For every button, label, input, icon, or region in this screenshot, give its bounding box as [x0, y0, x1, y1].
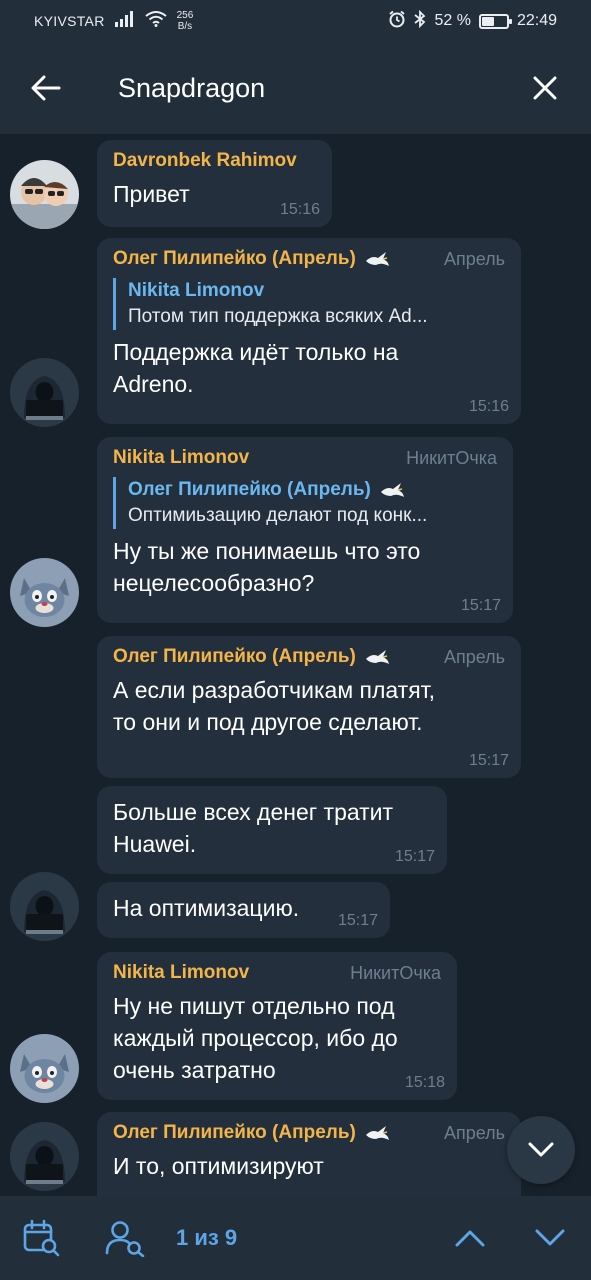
battery-percent: 52 %: [434, 12, 471, 29]
net-speed-value: 256: [176, 10, 194, 21]
message-time: 15:16: [468, 398, 509, 415]
dove-emoji-icon: [365, 1126, 389, 1140]
reply-sender-row: Олег Пилипейко (Апрель): [128, 479, 497, 501]
message-time: 15:18: [404, 1074, 445, 1091]
member-badge: Апрель: [443, 646, 505, 667]
member-badge: НикитОчка: [350, 962, 441, 983]
message-bubble[interactable]: На оптимизацию. 15:17: [97, 882, 390, 938]
message-text: На оптимизацию.: [113, 895, 300, 921]
avatar-nikita[interactable]: [10, 1034, 79, 1103]
dove-emoji-icon: [380, 483, 404, 497]
chevron-down-icon: [528, 1142, 554, 1157]
search-navigation-bar: 1 из 9: [0, 1196, 591, 1280]
message-bubble[interactable]: Nikita Limonov НикитОчка Олег Пилипейко …: [97, 437, 513, 623]
close-icon: [533, 76, 557, 100]
alarm-icon: [388, 10, 406, 33]
reply-text: Потом тип поддержка всяких Ad...: [128, 306, 428, 327]
sender-name[interactable]: Олег Пилипейко (Апрель): [113, 1122, 356, 1144]
next-result-button[interactable]: [515, 1196, 585, 1280]
status-bar: KYIVSTAR 256 B/s 52 % 22:49: [0, 0, 591, 42]
sender-row: Олег Пилипейко (Апрель) Апрель: [113, 646, 505, 668]
sender-name[interactable]: Олег Пилипейко (Апрель): [113, 248, 356, 270]
message-time: 15:17: [337, 912, 378, 929]
sender-name[interactable]: Nikita Limonov: [113, 447, 249, 469]
sender-row: Nikita Limonov НикитОчка: [113, 962, 441, 984]
message-bubble[interactable]: Больше всех денег тратит Huawei. 15:17: [97, 786, 447, 874]
chevron-up-icon: [455, 1230, 485, 1247]
message-text: Ну не пишут отдельно под каждый процессо…: [113, 993, 398, 1083]
sender-row: Олег Пилипейко (Апрель) Апрель: [113, 248, 505, 270]
reply-sender-name: Nikita Limonov: [128, 280, 265, 301]
message-text: Больше всех денег тратит Huawei.: [113, 799, 394, 857]
message-text: Поддержка идёт только на Adreno.: [113, 339, 399, 397]
status-right: 52 % 22:49: [388, 9, 557, 33]
search-by-member-button[interactable]: [90, 1196, 160, 1280]
reply-text: Оптимиьзацию делают под конк...: [128, 505, 428, 526]
sender-row: Nikita Limonov НикитОчка: [113, 447, 497, 469]
avatar-nikita[interactable]: [10, 558, 79, 627]
reply-quote[interactable]: Nikita Limonov Потом тип поддержка всяки…: [113, 278, 505, 330]
message-bubble[interactable]: Nikita Limonov НикитОчка Ну не пишут отд…: [97, 952, 457, 1100]
search-header: Snapdragon: [0, 42, 591, 134]
message-time: 15:17: [468, 752, 509, 769]
net-speed: 256 B/s: [177, 10, 194, 32]
arrow-left-icon: [31, 75, 61, 101]
reply-sender-name: Олег Пилипейко (Апрель): [128, 479, 371, 500]
member-badge: Апрель: [443, 248, 505, 269]
clock: 22:49: [516, 12, 557, 29]
message-bubble[interactable]: Олег Пилипейко (Апрель) Апрель Nikita Li…: [97, 238, 521, 424]
previous-result-button[interactable]: [435, 1196, 505, 1280]
message-bubble[interactable]: Davronbek Rahimov Привет 15:16: [97, 140, 332, 227]
battery-icon: [478, 13, 512, 29]
avatar-oleg[interactable]: [10, 1122, 79, 1191]
message-time: 15:17: [460, 597, 501, 614]
message-bubble[interactable]: Олег Пилипейко (Апрель) Апрель И то, опт…: [97, 1112, 521, 1196]
user-search-icon: [105, 1221, 145, 1257]
avatar-oleg[interactable]: [10, 872, 79, 941]
sender-row: Олег Пилипейко (Апрель) Апрель: [113, 1122, 505, 1144]
reply-quote[interactable]: Олег Пилипейко (Апрель) Оптимиьзацию дел…: [113, 477, 497, 529]
member-badge: НикитОчка: [406, 447, 497, 468]
battery-level: [481, 16, 495, 26]
avatar-oleg[interactable]: [10, 358, 79, 427]
dove-emoji-icon: [365, 252, 389, 266]
message-bubble[interactable]: Олег Пилипейко (Апрель) Апрель А если ра…: [97, 636, 521, 778]
message-text: Ну ты же понимаешь что это нецелесообраз…: [113, 538, 421, 596]
search-query[interactable]: Snapdragon: [118, 73, 265, 104]
bluetooth-icon: [414, 9, 426, 33]
message-list[interactable]: Davronbek Rahimov Привет 15:16 Олег Пили…: [0, 134, 591, 1196]
close-button[interactable]: [499, 42, 591, 134]
sender-name[interactable]: Davronbek Rahimov: [113, 150, 316, 172]
calendar-search-icon: [23, 1219, 60, 1257]
scroll-down-button[interactable]: [507, 1116, 575, 1184]
message-text: А если разработчикам платят, то они и по…: [113, 677, 436, 735]
search-by-date-button[interactable]: [6, 1196, 76, 1280]
dove-emoji-icon: [365, 650, 389, 664]
wifi-icon: [144, 10, 167, 32]
message-time: 15:17: [394, 848, 435, 865]
message-text: И то, оптимизируют: [113, 1153, 324, 1179]
carrier-label: KYIVSTAR: [34, 13, 105, 29]
back-button[interactable]: [0, 42, 92, 134]
message-time: 15:16: [279, 201, 320, 218]
status-left: KYIVSTAR 256 B/s: [34, 10, 193, 32]
member-badge: Апрель: [443, 1122, 505, 1143]
signal-icon: [114, 10, 135, 32]
sender-name[interactable]: Олег Пилипейко (Апрель): [113, 646, 356, 668]
chevron-down-icon: [535, 1229, 565, 1246]
result-counter: 1 из 9: [176, 1225, 238, 1250]
net-speed-unit: B/s: [177, 21, 193, 32]
sender-name[interactable]: Nikita Limonov: [113, 962, 249, 984]
avatar-davronbek[interactable]: [10, 160, 79, 229]
